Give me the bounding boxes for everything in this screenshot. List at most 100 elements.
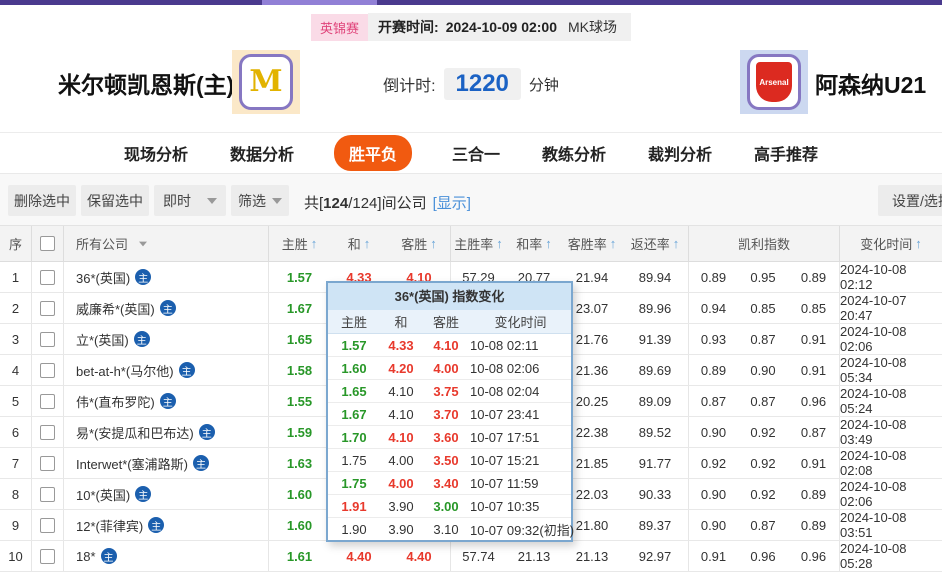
row-checkbox[interactable]: [40, 394, 55, 409]
tab-7[interactable]: 高手推荐: [752, 135, 820, 171]
company-cell[interactable]: 伟*(直布罗陀)主: [63, 386, 268, 416]
popup-home-odds: 1.60: [328, 357, 380, 379]
company-cell[interactable]: 12*(菲律宾)主: [63, 510, 268, 540]
header-sort-time[interactable]: 变化时间↑: [839, 226, 942, 261]
home-odds-cell[interactable]: 1.67: [268, 293, 330, 323]
header-sort-home-rate[interactable]: 主胜率↑: [450, 226, 506, 261]
instant-dropdown[interactable]: 即时: [154, 185, 226, 216]
change-time-cell: 2024-10-08 02:06: [839, 324, 942, 354]
company-cell[interactable]: 易*(安提瓜和巴布达)主: [63, 417, 268, 447]
company-cell[interactable]: 36*(英国)主: [63, 262, 268, 292]
row-num: 8: [0, 479, 31, 509]
match-info-bar: 英锦赛 开赛时间: 2024-10-09 02:00 MK球场: [0, 13, 942, 41]
popup-history-row: 1.704.103.6010-07 17:51: [328, 426, 571, 449]
sort-asc-icon: ↑: [915, 236, 922, 251]
home-odds-cell[interactable]: 1.59: [268, 417, 330, 447]
popup-home-odds: 1.75: [328, 449, 380, 471]
home-odds-cell[interactable]: 1.65: [268, 324, 330, 354]
row-checkbox[interactable]: [40, 456, 55, 471]
row-checkbox-cell[interactable]: [31, 355, 63, 385]
row-checkbox-cell[interactable]: [31, 510, 63, 540]
row-checkbox-cell[interactable]: [31, 417, 63, 447]
row-checkbox[interactable]: [40, 549, 55, 564]
row-checkbox-cell[interactable]: [31, 479, 63, 509]
row-num: 3: [0, 324, 31, 354]
row-num: 4: [0, 355, 31, 385]
row-num: 6: [0, 417, 31, 447]
chevron-down-icon: [272, 198, 282, 204]
home-marker-icon: 主: [135, 486, 151, 502]
home-marker-icon: 主: [199, 424, 215, 440]
payout-cell: 91.77: [622, 448, 688, 478]
select-all-checkbox[interactable]: [31, 226, 63, 261]
company-cell[interactable]: bet-at-h*(马尔他)主: [63, 355, 268, 385]
company-cell[interactable]: 威廉希*(英国)主: [63, 293, 268, 323]
header-sort-away[interactable]: 客胜↑: [388, 226, 450, 261]
home-odds-cell[interactable]: 1.55: [268, 386, 330, 416]
kelly-away-cell: 0.91: [788, 324, 839, 354]
company-cell[interactable]: 10*(英国)主: [63, 479, 268, 509]
row-checkbox-cell[interactable]: [31, 262, 63, 292]
home-odds-cell[interactable]: 1.60: [268, 479, 330, 509]
show-link[interactable]: [显示]: [433, 195, 471, 212]
tab-2[interactable]: 数据分析: [228, 135, 296, 171]
teams-header: 米尔顿凯恩斯(主) M 倒计时: 1220 分钟 Arsenal 阿森纳U21: [0, 46, 942, 118]
company-cell[interactable]: 立*(英国)主: [63, 324, 268, 354]
popup-draw-odds: 3.90: [380, 495, 422, 517]
home-odds-cell[interactable]: 1.63: [268, 448, 330, 478]
tab-4[interactable]: 三合一: [450, 135, 502, 171]
header-sort-draw-rate[interactable]: 和率↑: [506, 226, 562, 261]
row-checkbox[interactable]: [40, 332, 55, 347]
delete-selected-button[interactable]: 删除选中: [8, 185, 76, 216]
kelly-home-cell: 0.90: [688, 417, 738, 447]
odds-history-popup: 36*(英国) 指数变化 主胜 和 客胜 变化时间 1.574.334.1010…: [326, 281, 573, 542]
home-odds-cell[interactable]: 1.57: [268, 262, 330, 292]
row-checkbox[interactable]: [40, 518, 55, 533]
draw-odds-cell[interactable]: 4.40: [330, 541, 388, 571]
popup-change-time: 10-07 17:51: [470, 426, 571, 448]
row-checkbox[interactable]: [40, 487, 55, 502]
company-name: 18*: [76, 549, 96, 564]
home-marker-icon: 主: [193, 455, 209, 471]
row-checkbox[interactable]: [40, 363, 55, 378]
tab-5[interactable]: 教练分析: [540, 135, 608, 171]
row-checkbox[interactable]: [40, 270, 55, 285]
home-odds-cell[interactable]: 1.58: [268, 355, 330, 385]
header-company-filter[interactable]: 所有公司: [63, 226, 268, 261]
keep-selected-button[interactable]: 保留选中: [81, 185, 149, 216]
row-checkbox-cell[interactable]: [31, 448, 63, 478]
tab-3[interactable]: 胜平负: [334, 135, 412, 171]
popup-away-odds: 3.50: [422, 449, 470, 471]
company-cell[interactable]: Interwet*(塞浦路斯)主: [63, 448, 268, 478]
odds-analysis-page: 英锦赛 开赛时间: 2024-10-09 02:00 MK球场 米尔顿凯恩斯(主…: [0, 0, 942, 572]
away-odds-cell[interactable]: 4.40: [388, 541, 450, 571]
home-odds-cell[interactable]: 1.60: [268, 510, 330, 540]
row-checkbox-cell[interactable]: [31, 324, 63, 354]
row-checkbox[interactable]: [40, 301, 55, 316]
filter-dropdown[interactable]: 筛选: [231, 185, 289, 216]
kelly-home-cell: 0.91: [688, 541, 738, 571]
popup-change-time: 10-07 09:32(初指): [470, 518, 571, 540]
row-checkbox-cell[interactable]: [31, 386, 63, 416]
popup-history-row: 1.654.103.7510-08 02:04: [328, 380, 571, 403]
tab-1[interactable]: 现场分析: [122, 135, 190, 171]
popup-header-time: 变化时间: [470, 310, 571, 333]
kelly-away-cell: 0.89: [788, 479, 839, 509]
row-checkbox-cell[interactable]: [31, 541, 63, 571]
sort-asc-icon: ↑: [430, 236, 437, 251]
home-odds-cell[interactable]: 1.61: [268, 541, 330, 571]
odds-table-header: 序 所有公司 主胜↑ 和↑ 客胜↑ 主胜率↑ 和率↑ 客胜率↑ 返还率↑ 凯利指…: [0, 225, 942, 262]
header-sort-payout[interactable]: 返还率↑: [622, 226, 688, 261]
header-sort-draw[interactable]: 和↑: [330, 226, 388, 261]
settings-select-button[interactable]: 设置/选择: [878, 185, 942, 216]
kelly-home-cell: 0.89: [688, 355, 738, 385]
row-checkbox-cell[interactable]: [31, 293, 63, 323]
company-cell[interactable]: 18*主: [63, 541, 268, 571]
row-checkbox[interactable]: [40, 425, 55, 440]
header-sort-home[interactable]: 主胜↑: [268, 226, 330, 261]
popup-history-row: 1.913.903.0010-07 10:35: [328, 495, 571, 518]
header-sort-away-rate[interactable]: 客胜率↑: [562, 226, 622, 261]
popup-home-odds: 1.57: [328, 334, 380, 356]
away-team-name: 阿森纳U21: [815, 66, 926, 100]
tab-6[interactable]: 裁判分析: [646, 135, 714, 171]
